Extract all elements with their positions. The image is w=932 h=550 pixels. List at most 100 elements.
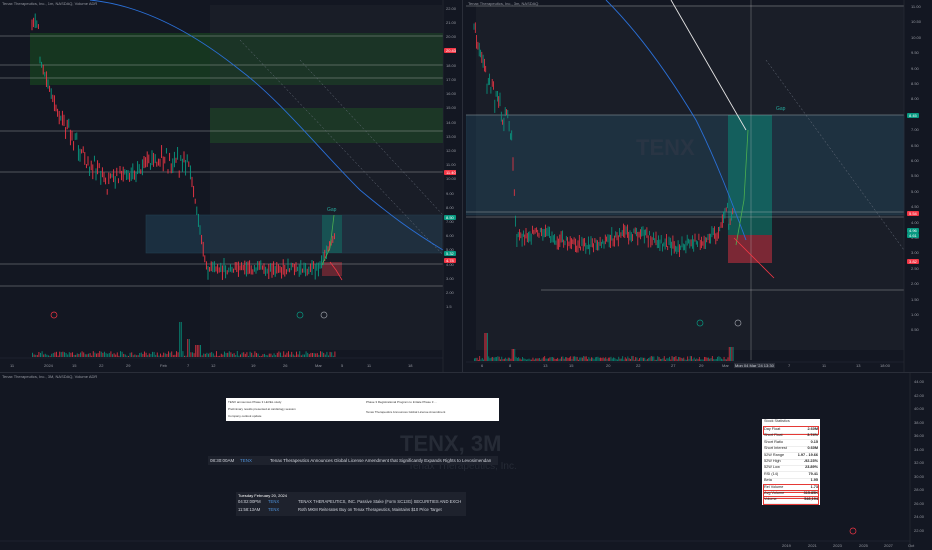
- volume-bar: [153, 351, 155, 357]
- x-tick-label: 11: [822, 363, 827, 368]
- x-tick-label: 22: [636, 363, 641, 368]
- pane-divider-vertical[interactable]: [462, 0, 463, 372]
- volume-bar: [606, 358, 608, 361]
- bottom-pane[interactable]: Tenax Therapeutics, Inc., 3M, NASDAQ, Vo…: [0, 373, 932, 550]
- y-tick-label: 11.00: [911, 4, 921, 9]
- volume-bar: [140, 352, 142, 357]
- y-tick-label: 17.00: [446, 77, 456, 82]
- volume-bar: [76, 353, 78, 357]
- volume-bar: [102, 352, 104, 357]
- left-chart-svg[interactable]: [0, 0, 456, 372]
- price-tag: 8.45: [907, 113, 919, 118]
- volume-bar: [731, 347, 733, 361]
- forecast-down-box: [728, 235, 772, 263]
- volume-bar: [310, 352, 312, 357]
- gap-zone-box: [466, 114, 905, 216]
- x-tick-label: 12: [211, 363, 216, 368]
- volume-bar: [46, 354, 48, 357]
- volume-bar: [139, 353, 141, 357]
- volume-bar: [724, 359, 726, 361]
- volume-bar: [232, 353, 233, 357]
- volume-bar: [44, 353, 46, 357]
- volume-bar: [281, 355, 283, 357]
- x-tick-label: 2019: [782, 543, 791, 548]
- y-tick-label: 30.00: [914, 473, 925, 479]
- volume-bar: [259, 355, 261, 357]
- y-tick-label: 38.00: [914, 419, 925, 425]
- x-tick-label: Mar: [722, 363, 729, 368]
- volume-bar: [72, 352, 73, 357]
- volume-bar: [644, 357, 646, 361]
- volume-bar: [214, 355, 216, 357]
- volume-bar: [632, 356, 634, 361]
- volume-bar: [489, 358, 491, 361]
- volume-bar: [622, 356, 624, 361]
- volume-bar: [326, 351, 328, 357]
- x-tick-label: 5: [341, 363, 344, 368]
- volume-bar: [552, 357, 553, 361]
- volume-bar: [228, 351, 230, 357]
- volume-bar: [522, 357, 523, 361]
- volume-bar: [62, 351, 64, 357]
- volume-bar: [579, 357, 581, 361]
- event-marker-red: [849, 527, 857, 535]
- left-chart-pane[interactable]: Tenax Therapeutics, Inc., 1m, NASDAQ, Vo…: [0, 0, 456, 372]
- volume-bar: [36, 355, 38, 357]
- volume-bar: [251, 352, 253, 357]
- volume-bar: [554, 359, 556, 361]
- volume-bar: [631, 356, 633, 361]
- volume-bar: [575, 356, 577, 361]
- volume-bar: [185, 355, 187, 357]
- y-tick-label: 7.00: [911, 127, 919, 133]
- volume-bar: [276, 352, 278, 357]
- volume-bar: [654, 359, 656, 361]
- volume-bar: [719, 357, 721, 361]
- volume-bar: [110, 351, 112, 357]
- volume-bar: [523, 358, 525, 361]
- volume-bar: [68, 352, 70, 357]
- volume-bar: [96, 353, 97, 357]
- volume-bar: [708, 357, 709, 361]
- y-tick-label: 9.00: [911, 65, 919, 71]
- volume-bar: [574, 356, 575, 361]
- volume-bar: [639, 358, 640, 361]
- x-tick-label: 7: [187, 363, 190, 368]
- volume-bar: [549, 357, 551, 361]
- volume-bar: [676, 359, 678, 361]
- volume-bar: [684, 359, 686, 361]
- volume-bar: [601, 357, 603, 361]
- volume-bar: [144, 351, 145, 357]
- volume-bar: [188, 339, 190, 357]
- volume-bar: [192, 352, 193, 357]
- volume-bar: [278, 351, 280, 357]
- y-tick-label: 32.00: [914, 460, 925, 465]
- right-chart-svg[interactable]: [466, 0, 932, 372]
- volume-bar: [81, 351, 83, 357]
- volume-bar: [83, 352, 85, 357]
- x-tick-label: 7: [788, 363, 791, 368]
- volume-bar: [494, 357, 496, 361]
- volume-bar: [193, 353, 195, 357]
- volume-bar: [637, 359, 639, 361]
- volume-bar: [568, 357, 570, 361]
- volume-bar: [507, 357, 509, 361]
- bottom-chart-header: Tenax Therapeutics, Inc., 3M, NASDAQ, Vo…: [2, 374, 98, 379]
- volume-bar: [208, 353, 209, 357]
- volume-bar: [663, 356, 665, 361]
- volume-bar: [682, 358, 683, 361]
- volume-bar: [134, 354, 136, 357]
- volume-bar: [591, 357, 592, 361]
- y-tick-label: 3.00: [446, 275, 454, 281]
- volume-bar: [502, 359, 504, 361]
- right-chart-pane[interactable]: Tenax Therapeutics, Inc., 3m, NASDAQ TEN…: [466, 0, 932, 372]
- volume-bar: [498, 356, 500, 361]
- y-tick-label: 6.00: [911, 158, 919, 163]
- volume-bar: [235, 355, 237, 357]
- volume-bar: [155, 354, 157, 357]
- volume-bar: [542, 357, 544, 361]
- volume-bar: [156, 352, 158, 357]
- volume-bar: [265, 355, 267, 357]
- volume-bar: [685, 359, 687, 361]
- volume-bar: [52, 353, 54, 357]
- volume-bar: [230, 352, 232, 357]
